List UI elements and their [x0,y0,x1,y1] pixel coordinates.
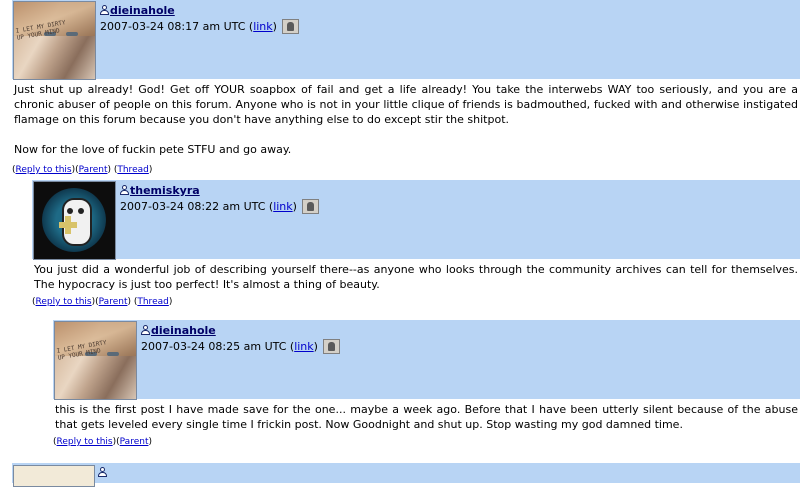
username-link[interactable]: dieinahole [110,3,175,18]
permalink[interactable]: link [253,19,272,34]
comment-paragraph: You just did a wonderful job of describi… [34,263,798,291]
username-link[interactable]: themiskyra [130,183,200,198]
parent-link[interactable]: Parent [99,297,128,307]
comment-body: You just did a wonderful job of describi… [32,259,800,292]
comment-body: Just shut up already! God! Get off YOUR … [12,79,800,157]
comment-header [12,463,800,487]
avatar[interactable]: I LET MY DIRTY UP YOUR MIND [54,321,137,400]
comment-paragraph: Just shut up already! God! Get off YOUR … [14,83,798,126]
avatar[interactable]: I LET MY DIRTY UP YOUR MIND [13,1,96,80]
comment-header: themiskyra 2007-03-24 08:22 am UTC (link… [32,180,800,260]
comment-actions: (Reply to this)(Parent) (Thread) [12,165,153,175]
user-icon[interactable] [141,325,150,336]
username-link[interactable]: dieinahole [151,323,216,338]
comment-3: I LET MY DIRTY UP YOUR MIND dieinahole 2… [53,320,800,447]
comment-paragraph: Now for the love of fuckin pete STFU and… [14,143,292,156]
comment-4 [12,463,800,487]
user-icon[interactable] [98,467,107,478]
comment-header: I LET MY DIRTY UP YOUR MIND dieinahole 2… [12,0,800,80]
permalink[interactable]: link [273,199,292,214]
avatar[interactable] [33,181,116,260]
user-icon[interactable] [120,185,129,196]
comment-body: this is the first post I have made save … [53,399,800,432]
comment-date: 2007-03-24 08:25 am UTC [141,340,287,353]
thread-link[interactable]: Thread [117,165,148,175]
comment-actions: (Reply to this)(Parent) [53,437,152,447]
comment-date: 2007-03-24 08:17 am UTC [100,20,246,33]
permalink[interactable]: link [294,339,313,354]
comment-header: I LET MY DIRTY UP YOUR MIND dieinahole 2… [53,320,800,400]
track-icon[interactable] [281,19,299,34]
comment-actions: (Reply to this)(Parent) (Thread) [32,297,173,307]
thread-link[interactable]: Thread [137,297,168,307]
track-icon[interactable] [322,339,340,354]
comment-1: I LET MY DIRTY UP YOUR MIND dieinahole 2… [12,0,800,175]
track-icon[interactable] [301,199,319,214]
parent-link[interactable]: Parent [79,165,108,175]
avatar[interactable] [13,465,95,487]
comment-2: themiskyra 2007-03-24 08:22 am UTC (link… [32,180,800,307]
reply-link[interactable]: Reply to this [16,165,72,175]
comment-date: 2007-03-24 08:22 am UTC [120,200,266,213]
reply-link[interactable]: Reply to this [57,437,113,447]
parent-link[interactable]: Parent [120,437,149,447]
user-icon[interactable] [100,5,109,16]
reply-link[interactable]: Reply to this [36,297,92,307]
comment-paragraph: this is the first post I have made save … [55,403,798,431]
